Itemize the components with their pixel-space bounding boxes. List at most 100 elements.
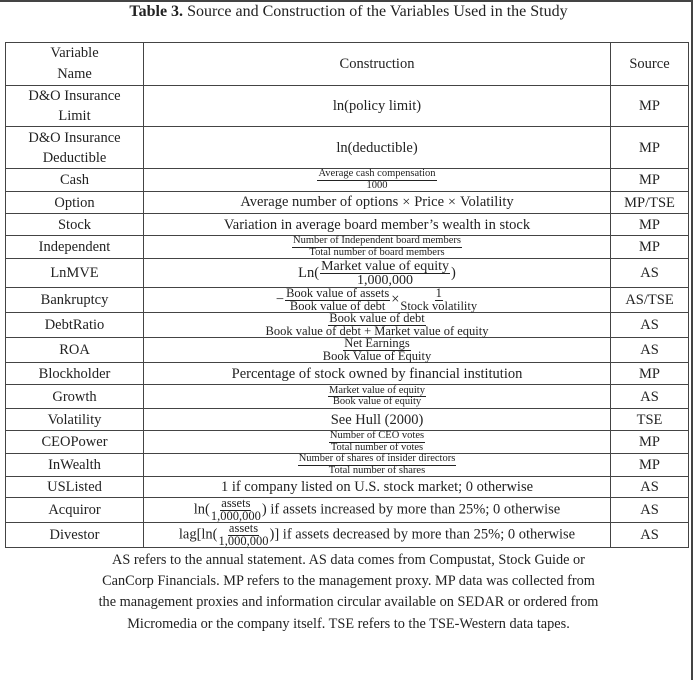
fraction: assets 1,000,000 xyxy=(211,497,261,522)
fraction: Market value of equity 1,000,000 xyxy=(320,258,450,288)
table-row: Blockholder Percentage of stock owned by… xyxy=(5,362,689,385)
numerator: Market value of equity xyxy=(320,258,450,274)
numerator: Average cash compensation xyxy=(317,168,437,181)
prefix: lag[ln( xyxy=(178,526,218,543)
source-cell: MP xyxy=(610,235,689,259)
table-row: ROA Net Earnings Book Value of Equity AS xyxy=(5,337,689,363)
variable-name: D&O Insurance Limit xyxy=(5,85,144,127)
times-symbol: × xyxy=(448,195,456,210)
denominator: Total number of board members xyxy=(309,246,445,258)
prefix: ln( xyxy=(193,501,210,518)
variable-name: ROA xyxy=(5,337,144,363)
construction-part: Price xyxy=(414,194,445,210)
fraction: Number of CEO votes Total number of votes xyxy=(328,430,426,453)
header-construction: Construction xyxy=(143,42,611,86)
name-text: D&O Insurance xyxy=(28,88,121,104)
fraction: Market value of equity Book value of equi… xyxy=(328,385,426,408)
table-row: D&O Insurance Deductible ln(deductible) M… xyxy=(5,126,689,169)
table-row: Volatility See Hull (2000) TSE xyxy=(5,408,689,431)
table-row: Independent Number of Independent board … xyxy=(5,235,689,259)
construction-cell: Number of shares of insider directors Tot… xyxy=(143,453,611,477)
denominator: Book value of equity xyxy=(332,396,422,407)
name-text: Deductible xyxy=(42,149,107,166)
suffix: ) if assets increased by more than 25%; … xyxy=(261,501,561,518)
construction-part: Volatility xyxy=(459,194,514,210)
source-cell: MP/TSE xyxy=(610,191,689,214)
denominator: 1000 xyxy=(366,179,388,191)
table-row: Acquiror ln(assets 1,000,000) if assets i… xyxy=(5,497,689,523)
variable-name: Volatility xyxy=(5,408,144,431)
construction-cell: ln(assets 1,000,000) if assets increased … xyxy=(143,497,611,523)
source-cell: MP xyxy=(610,168,689,192)
variable-name: Stock xyxy=(5,213,144,236)
source-cell: AS xyxy=(610,522,689,548)
source-cell: MP xyxy=(610,430,689,454)
construction-cell: See Hull (2000) xyxy=(143,408,611,431)
times-symbol: × xyxy=(391,291,400,308)
header-source: Source xyxy=(610,42,689,86)
table-row: Divestor lag[ln(assets 1,000,000)] if ass… xyxy=(5,522,689,548)
construction-cell: Percentage of stock owned by financial i… xyxy=(143,362,611,385)
variables-table: Variable Name Construction Source D&O Ins… xyxy=(5,42,689,548)
fraction: Average cash compensation 1000 xyxy=(317,168,437,191)
source-cell: AS xyxy=(610,312,689,338)
variable-name: LnMVE xyxy=(5,258,144,288)
variable-name: USListed xyxy=(5,476,144,498)
variable-name: Divestor xyxy=(5,522,144,548)
source-cell: AS xyxy=(610,258,689,288)
fraction: Book value of assets Book value of debt xyxy=(285,287,391,312)
table-row: CEOPower Number of CEO votes Total number… xyxy=(5,430,689,454)
fraction: assets 1,000,000 xyxy=(219,522,269,547)
suffix: )] if assets decreased by more than 25%;… xyxy=(269,526,576,543)
table-row: Cash Average cash compensation 1000 MP xyxy=(5,168,689,192)
variable-name: DebtRatio xyxy=(5,312,144,338)
name-text: D&O Insurance xyxy=(28,129,121,146)
denominator: Total number of votes xyxy=(330,441,424,453)
construction-cell: Number of Independent board members Total… xyxy=(143,235,611,259)
table-caption: Table 3. Source and Construction of the … xyxy=(0,3,697,21)
construction-cell: ln(policy limit) xyxy=(143,85,611,127)
construction-part: Average number of options xyxy=(240,194,399,210)
fraction: Net Earnings Book Value of Equity xyxy=(322,337,432,363)
source-cell: MP xyxy=(610,85,689,127)
variable-name: Option xyxy=(5,191,144,214)
construction-cell: Market value of equity Book value of equi… xyxy=(143,384,611,409)
table-row: LnMVE Ln(Market value of equity 1,000,000… xyxy=(5,258,689,288)
name-text: Limit xyxy=(58,108,91,124)
variable-name: Growth xyxy=(5,384,144,409)
construction-cell: Book value of debt Book value of debt + M… xyxy=(143,312,611,338)
fraction: Book value of debt Book value of debt + M… xyxy=(266,312,489,337)
variable-name: Independent xyxy=(5,235,144,259)
variable-name: Bankruptcy xyxy=(5,287,144,313)
denominator: Total number of shares xyxy=(328,464,426,476)
denominator: 1,000,000 xyxy=(357,272,414,288)
variable-name: Blockholder xyxy=(5,362,144,385)
construction-cell: Ln(Market value of equity 1,000,000) xyxy=(143,258,611,288)
fraction: Number of Independent board members Total… xyxy=(292,235,462,258)
construction-cell: Average number of options × Price × Volatili… xyxy=(143,191,611,214)
table-row: Growth Market value of equity Book value … xyxy=(5,384,689,409)
construction-cell: − Book value of assets Book value of debt ×… xyxy=(143,287,611,313)
table-row: Option Average number of options × Price × V… xyxy=(5,191,689,214)
table-row: Stock Variation in average board member’… xyxy=(5,213,689,236)
source-cell: AS xyxy=(610,337,689,363)
source-cell: MP xyxy=(610,126,689,169)
construction-cell: Net Earnings Book Value of Equity xyxy=(143,337,611,363)
variable-name: Cash xyxy=(5,168,144,192)
construction-cell: Variation in average board member’s weal… xyxy=(143,213,611,236)
caption-label: Table 3. xyxy=(129,3,184,20)
variable-name: CEOPower xyxy=(5,430,144,454)
denominator: Book Value of Equity xyxy=(322,348,432,363)
source-cell: AS/TSE xyxy=(610,287,689,313)
source-cell: AS xyxy=(610,497,689,523)
construction-cell: Average cash compensation 1000 xyxy=(143,168,611,192)
source-cell: AS xyxy=(610,384,689,409)
table-row: Bankruptcy − Book value of assets Book val… xyxy=(5,287,689,313)
header-text: Name xyxy=(57,66,92,82)
construction-cell: 1 if company listed on U.S. stock market… xyxy=(143,476,611,498)
source-cell: MP xyxy=(610,213,689,236)
construction-cell: Number of CEO votes Total number of votes xyxy=(143,430,611,454)
numerator: Number of Independent board members xyxy=(292,235,462,248)
fraction: 1 Stock volatility xyxy=(400,287,477,312)
variable-name: D&O Insurance Deductible xyxy=(5,126,144,169)
